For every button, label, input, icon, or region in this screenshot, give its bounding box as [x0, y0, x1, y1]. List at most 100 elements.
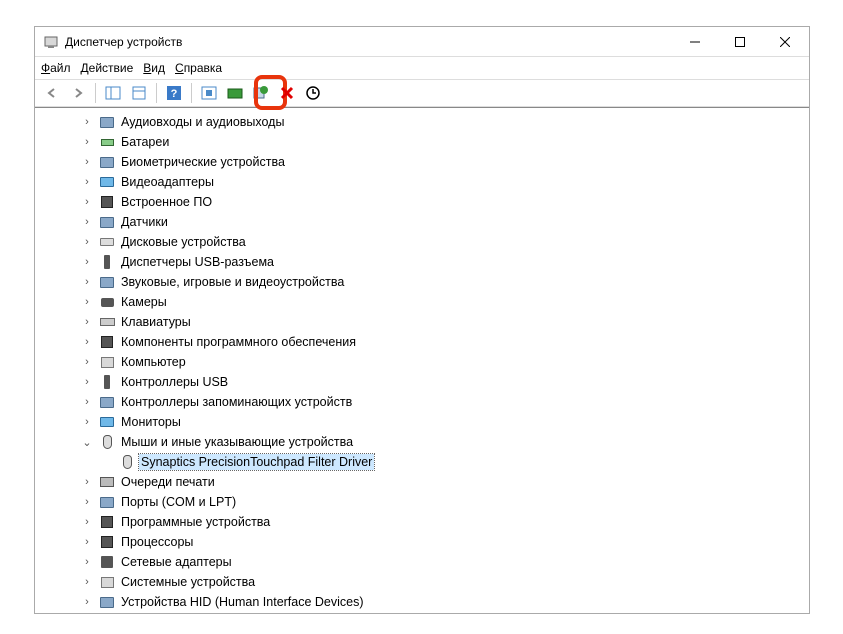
tree-category[interactable]: › Порты (COM и LPT) [35, 492, 809, 512]
tree-category[interactable]: ›Батареи [35, 132, 809, 152]
tree-category[interactable]: ⌄Мыши и иные указывающие устройства [35, 432, 809, 452]
expand-icon[interactable]: › [79, 576, 95, 588]
device-icon [99, 134, 115, 150]
tree-category[interactable]: ›Биометрические устройства [35, 152, 809, 172]
category-label: Контроллеры USB [119, 374, 230, 390]
back-button[interactable] [41, 82, 63, 104]
category-label: Устройства HID (Human Interface Devices) [119, 594, 366, 610]
expand-icon[interactable]: › [79, 176, 95, 188]
update-driver-button[interactable] [224, 82, 246, 104]
device-icon [99, 114, 115, 130]
menu-file[interactable]: Файл [41, 61, 71, 75]
device-manager-window: Диспетчер устройств Файл Действие Вид Сп… [34, 26, 810, 614]
category-label: Датчики [119, 214, 170, 230]
expand-icon[interactable]: › [79, 236, 95, 248]
device-icon [99, 274, 115, 290]
category-label: Клавиатуры [119, 314, 193, 330]
toolbar: ? [35, 79, 809, 107]
expand-icon[interactable]: › [79, 316, 95, 328]
expand-icon[interactable]: › [79, 596, 95, 608]
expand-icon[interactable]: › [79, 416, 95, 428]
expand-icon[interactable]: › [79, 556, 95, 568]
expand-icon[interactable]: › [79, 476, 95, 488]
enable-device-button[interactable] [302, 82, 324, 104]
device-icon [99, 494, 115, 510]
expand-icon[interactable]: › [79, 356, 95, 368]
tree-category[interactable]: ›Аудиовходы и аудиовыходы [35, 112, 809, 132]
tree-category[interactable]: › Датчики [35, 212, 809, 232]
tree-category[interactable]: › Клавиатуры [35, 312, 809, 332]
tree-category[interactable]: ›Встроенное ПО [35, 192, 809, 212]
menu-help[interactable]: Справка [175, 61, 222, 75]
tree-category[interactable]: › Компьютер [35, 352, 809, 372]
show-hide-tree-button[interactable] [102, 82, 124, 104]
forward-button[interactable] [67, 82, 89, 104]
device-tree[interactable]: ›Аудиовходы и аудиовыходы›Батареи›Биомет… [35, 108, 809, 613]
expand-icon[interactable]: › [79, 256, 95, 268]
expand-icon[interactable]: › [79, 136, 95, 148]
tree-category[interactable]: ›Мониторы [35, 412, 809, 432]
tree-category[interactable]: › Диспетчеры USB-разъема [35, 252, 809, 272]
category-label: Компьютер [119, 354, 188, 370]
uninstall-device-button[interactable] [250, 82, 272, 104]
tree-category[interactable]: › Контроллеры USB [35, 372, 809, 392]
maximize-button[interactable] [717, 27, 762, 56]
device-icon [99, 534, 115, 550]
device-icon [99, 574, 115, 590]
app-icon [43, 34, 59, 50]
expand-icon[interactable]: › [79, 156, 95, 168]
tree-category[interactable]: ›Сетевые адаптеры [35, 552, 809, 572]
expand-icon[interactable]: › [79, 536, 95, 548]
tree-category[interactable]: ›Камеры [35, 292, 809, 312]
disable-device-button[interactable] [276, 82, 298, 104]
expand-icon[interactable]: › [79, 276, 95, 288]
tree-category[interactable]: ›Очереди печати [35, 472, 809, 492]
menu-view[interactable]: Вид [143, 61, 165, 75]
device-icon [99, 254, 115, 270]
properties-button[interactable] [128, 82, 150, 104]
tree-device[interactable]: Synaptics PrecisionTouchpad Filter Drive… [35, 452, 809, 472]
category-label: Дисковые устройства [119, 234, 248, 250]
tree-category[interactable]: › Системные устройства [35, 572, 809, 592]
tree-category[interactable]: › Контроллеры запоминающих устройств [35, 392, 809, 412]
menubar: Файл Действие Вид Справка [35, 57, 809, 79]
tree-category[interactable]: › Дисковые устройства [35, 232, 809, 252]
help-button[interactable]: ? [163, 82, 185, 104]
scan-hardware-button[interactable] [198, 82, 220, 104]
tree-category[interactable]: ›Устройства безопасности [35, 612, 809, 613]
tree-category[interactable]: ›Компоненты программного обеспечения [35, 332, 809, 352]
expand-icon[interactable]: › [79, 296, 95, 308]
minimize-button[interactable] [672, 27, 717, 56]
expand-icon[interactable]: › [79, 496, 95, 508]
tree-category[interactable]: ›Звуковые, игровые и видеоустройства [35, 272, 809, 292]
tree-category[interactable]: ›Видеоадаптеры [35, 172, 809, 192]
device-icon [99, 394, 115, 410]
titlebar: Диспетчер устройств [35, 27, 809, 57]
window-title: Диспетчер устройств [65, 35, 672, 49]
device-tree-area: ›Аудиовходы и аудиовыходы›Батареи›Биомет… [35, 107, 809, 613]
separator [191, 83, 192, 103]
tree-category[interactable]: ›Программные устройства [35, 512, 809, 532]
category-label: Диспетчеры USB-разъема [119, 254, 276, 270]
category-label: Порты (COM и LPT) [119, 494, 238, 510]
expand-icon[interactable]: › [79, 516, 95, 528]
device-icon [99, 214, 115, 230]
expand-icon[interactable]: › [79, 216, 95, 228]
expand-icon[interactable]: ⌄ [79, 436, 95, 449]
category-label: Контроллеры запоминающих устройств [119, 394, 354, 410]
menu-action[interactable]: Действие [81, 61, 134, 75]
device-icon [99, 334, 115, 350]
expand-icon[interactable]: › [79, 396, 95, 408]
expand-icon[interactable]: › [79, 196, 95, 208]
device-label: Synaptics PrecisionTouchpad Filter Drive… [139, 454, 374, 470]
device-icon [99, 514, 115, 530]
expand-icon[interactable]: › [79, 376, 95, 388]
tree-category[interactable]: ›Процессоры [35, 532, 809, 552]
device-icon [99, 374, 115, 390]
category-label: Системные устройства [119, 574, 257, 590]
close-button[interactable] [762, 27, 807, 56]
tree-category[interactable]: › Устройства HID (Human Interface Devices… [35, 592, 809, 612]
expand-icon[interactable]: › [79, 336, 95, 348]
device-icon [119, 454, 135, 470]
expand-icon[interactable]: › [79, 116, 95, 128]
